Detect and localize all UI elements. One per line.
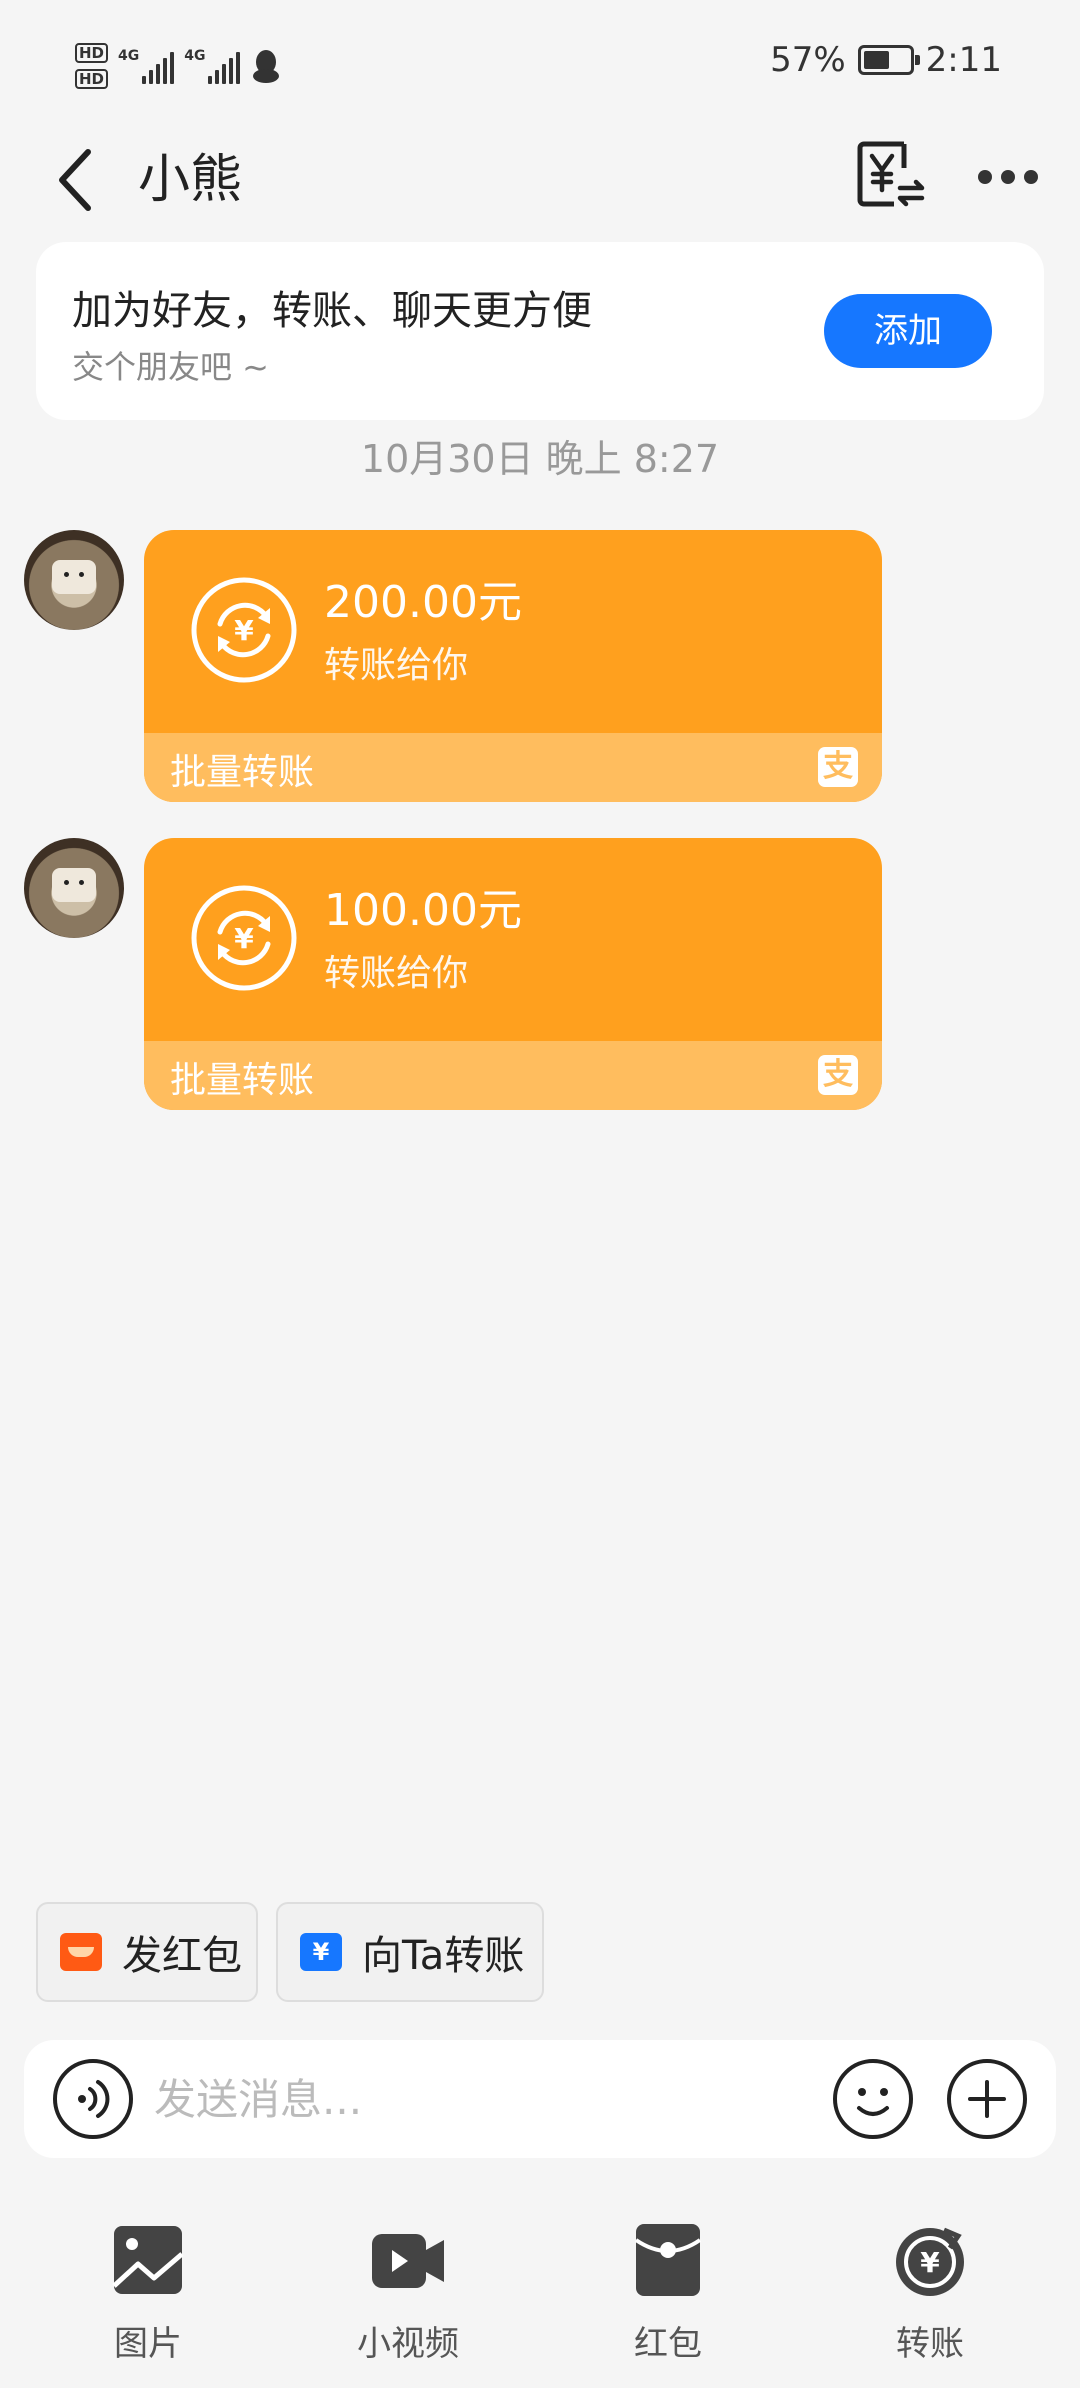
battery-percent: 57% — [770, 40, 846, 80]
transfer-coin-icon: ¥ — [191, 885, 297, 991]
red-envelope-icon — [634, 2224, 702, 2296]
tool-label: 图片 — [114, 2324, 182, 2364]
add-friend-button[interactable]: 添加 — [824, 294, 992, 368]
transfer-record-icon[interactable] — [856, 138, 926, 210]
transfer-to-them-button[interactable]: ¥ 向Ta转账 — [276, 1902, 544, 2002]
qq-penguin-icon — [253, 50, 280, 83]
network-1-label: 4G — [118, 48, 140, 64]
transfer-coin-icon: ¥ — [191, 577, 297, 683]
voice-input-icon[interactable] — [52, 2058, 134, 2140]
quick-action-label: 发红包 — [122, 1933, 242, 1979]
message-input[interactable] — [154, 2064, 834, 2134]
transfer-subtitle: 转账给你 — [324, 953, 469, 994]
sim1-hd-badge: HD — [75, 43, 109, 63]
clock: 2:11 — [925, 40, 1002, 80]
alipay-icon: 支 — [818, 747, 858, 787]
battery-icon — [857, 45, 920, 75]
transfer-icon: ¥ — [896, 2227, 964, 2296]
emoji-icon[interactable] — [832, 2058, 914, 2140]
signal-group: HD HD 4G 4G — [75, 36, 282, 96]
tool-short-video[interactable]: 小视频 — [318, 2220, 498, 2370]
message-input-bar — [24, 2040, 1056, 2158]
tool-image[interactable]: 图片 — [58, 2220, 238, 2370]
tool-red-envelope[interactable]: 红包 — [578, 2220, 758, 2370]
transfer-subtitle: 转账给你 — [324, 645, 469, 686]
nav-bar: 小熊 — [0, 130, 1080, 230]
signal-2-icon: 4G — [184, 48, 241, 84]
svg-text:¥: ¥ — [234, 922, 254, 955]
quick-action-label: 向Ta转账 — [362, 1933, 525, 1979]
tool-label: 小视频 — [357, 2324, 459, 2364]
status-right: 57% 2:11 — [770, 40, 1002, 80]
transfer-type-label: 批量转账 — [170, 1060, 315, 1101]
transfer-card[interactable]: ¥ 100.00元 转账给你 批量转账 支 — [144, 838, 882, 1110]
banner-subtitle: 交个朋友吧 ~ — [72, 348, 269, 386]
video-icon — [372, 2234, 444, 2288]
banner-title: 加为好友，转账、聊天更方便 — [72, 288, 592, 334]
add-friend-banner: 加为好友，转账、聊天更方便 交个朋友吧 ~ 添加 — [36, 242, 1044, 420]
svg-text:¥: ¥ — [234, 614, 254, 647]
network-2-label: 4G — [184, 48, 206, 64]
message-timestamp: 10月30日 晚上 8:27 — [360, 437, 720, 481]
status-bar: HD HD 4G 4G 57% 2:11 — [0, 0, 1080, 130]
transfer-amount: 200.00元 — [324, 577, 522, 628]
red-envelope-icon — [60, 1933, 102, 1971]
send-red-envelope-button[interactable]: 发红包 — [36, 1902, 258, 2002]
transfer-icon: ¥ — [300, 1933, 342, 1971]
avatar[interactable] — [24, 530, 124, 630]
back-arrow-icon[interactable] — [48, 142, 108, 218]
transfer-amount: 100.00元 — [324, 885, 522, 936]
transfer-card[interactable]: ¥ 200.00元 转账给你 批量转账 支 — [144, 530, 882, 802]
transfer-type-label: 批量转账 — [170, 752, 315, 793]
signal-1-icon: 4G — [118, 48, 175, 84]
avatar[interactable] — [24, 838, 124, 938]
sim2-hd-badge: HD — [75, 69, 109, 89]
more-options-icon[interactable] — [978, 152, 1038, 202]
svg-text:¥: ¥ — [920, 2246, 940, 2279]
tool-label: 红包 — [634, 2324, 702, 2364]
image-icon — [112, 2226, 184, 2294]
page-title: 小熊 — [138, 150, 243, 210]
tool-label: 转账 — [896, 2324, 964, 2364]
tool-transfer[interactable]: ¥ 转账 — [840, 2220, 1020, 2370]
plus-icon[interactable] — [946, 2058, 1028, 2140]
alipay-icon: 支 — [818, 1055, 858, 1095]
